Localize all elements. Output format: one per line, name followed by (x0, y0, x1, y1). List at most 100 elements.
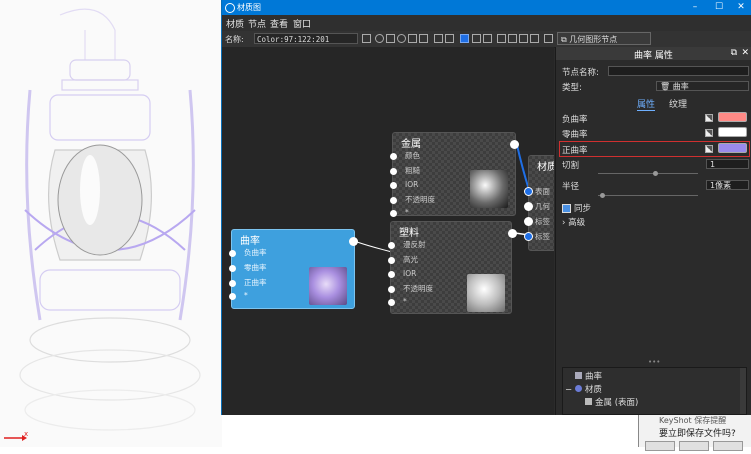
3d-viewport[interactable]: x (0, 0, 222, 447)
save-icon[interactable] (362, 34, 371, 43)
search-icon[interactable] (375, 34, 384, 43)
pin-dot[interactable] (229, 264, 236, 272)
add-icon[interactable] (544, 34, 553, 43)
plastic-pin-opacity[interactable]: 不透明度 (388, 283, 433, 294)
negative-color-swatch[interactable] (718, 112, 747, 122)
lock-icon[interactable] (419, 34, 428, 43)
trash-icon[interactable]: 🗑 (660, 82, 670, 91)
zero-color-swatch[interactable] (718, 127, 747, 137)
curvature-pin-extra[interactable]: * (229, 291, 248, 300)
pin-dot[interactable] (390, 196, 397, 204)
minimize-button[interactable]: – (684, 0, 706, 15)
copy-icon[interactable] (434, 34, 443, 43)
menu-material[interactable]: 材质 (226, 17, 244, 30)
radius-input[interactable]: 1像素 (706, 180, 749, 190)
metal-output-pin[interactable] (510, 140, 519, 149)
pin-dot[interactable] (388, 285, 395, 293)
positive-color-swatch[interactable] (718, 143, 747, 153)
dialog-button-1[interactable] (645, 441, 675, 451)
pin-dot[interactable] (390, 167, 397, 175)
layout-icon[interactable] (386, 34, 395, 43)
pin-dot[interactable] (229, 279, 236, 287)
metal-pin-color[interactable]: 颜色 (390, 150, 420, 161)
tab-texture[interactable]: 纹理 (669, 97, 687, 110)
pin-dot[interactable] (229, 292, 236, 300)
material-pin-label-1[interactable]: 标签 (535, 216, 550, 227)
close-button[interactable]: ✕ (730, 0, 751, 15)
cut-slider-handle[interactable] (653, 171, 658, 176)
metal-pin-ior[interactable]: IOR (390, 180, 418, 189)
pin-dot[interactable] (390, 209, 397, 217)
refresh-icon[interactable] (397, 34, 406, 43)
metal-pin-roughness[interactable]: 粗糙 (390, 165, 420, 176)
checkbox-icon[interactable] (562, 204, 571, 213)
material-label-input-1[interactable] (524, 217, 533, 226)
radius-slider-track[interactable] (598, 195, 698, 196)
curvature-pin-positive[interactable]: 正曲率 (229, 277, 267, 288)
pin-dot[interactable] (388, 256, 395, 264)
tree-item-material[interactable]: − 材质 (565, 383, 602, 395)
menu-window[interactable]: 窗口 (293, 17, 311, 30)
metal-pin-extra[interactable]: * (390, 208, 409, 217)
node-canvas[interactable]: 金属 颜色 粗糙 IOR 不透明度 * 塑料 漫反射 高光 IOR 不透明度 *… (222, 47, 554, 415)
pin-dot[interactable] (388, 270, 395, 278)
panel-resize-handle[interactable]: ••• (648, 358, 660, 366)
cut-input[interactable]: 1 (706, 159, 749, 169)
curvature-pin-zero[interactable]: 零曲率 (229, 262, 267, 273)
material-label-input-2[interactable] (524, 232, 533, 241)
image-icon[interactable] (408, 34, 417, 43)
frame-icon[interactable] (530, 34, 539, 43)
material-pin-geometry[interactable]: 几何 (535, 201, 550, 212)
material-surface-input[interactable] (524, 187, 533, 196)
curvature-pin-negative[interactable]: 负曲率 (229, 247, 267, 258)
blue-node-icon[interactable] (460, 34, 469, 43)
pin-dot[interactable] (229, 249, 236, 257)
negative-texture-icon[interactable] (705, 114, 713, 122)
material-geometry-input[interactable] (524, 202, 533, 211)
plastic-output-pin[interactable] (508, 229, 517, 238)
collapse-icon[interactable]: − (565, 385, 572, 395)
tree-item-curvature[interactable]: 曲率 (575, 370, 602, 382)
graph-icon[interactable] (472, 34, 481, 43)
pin-dot[interactable] (388, 298, 395, 306)
tree-scrollbar[interactable] (740, 368, 746, 414)
node-name-input[interactable] (608, 66, 749, 76)
material-pin-surface[interactable]: 表面 (535, 186, 550, 197)
maximize-button[interactable]: ☐ (708, 0, 730, 15)
pin-dot[interactable] (390, 152, 397, 160)
node-metal[interactable]: 金属 颜色 粗糙 IOR 不透明度 * (390, 132, 516, 217)
delete-icon[interactable] (445, 34, 454, 43)
name-field[interactable]: Color:97:122:201 (254, 33, 358, 44)
texture-icon[interactable] (483, 34, 492, 43)
tab-properties[interactable]: 属性 (637, 97, 656, 111)
panel-close-icon[interactable]: ✕ (741, 48, 749, 58)
plastic-pin-diffuse[interactable]: 漫反射 (388, 239, 426, 250)
curvature-output-pin[interactable] (349, 237, 358, 246)
dialog-button-2[interactable] (679, 441, 709, 451)
plastic-pin-extra[interactable]: * (388, 297, 407, 306)
undock-icon[interactable]: ⧉ (731, 48, 737, 58)
node-plastic[interactable]: 塑料 漫反射 高光 IOR 不透明度 * (388, 221, 512, 314)
advanced-section[interactable]: › 高级 (562, 216, 585, 228)
node-curvature[interactable]: 曲率 负曲率 零曲率 正曲率 * (229, 229, 355, 309)
positive-texture-icon[interactable] (705, 145, 713, 153)
tree-item-metal[interactable]: 金属 (表面) (585, 396, 638, 408)
menu-view[interactable]: 查看 (270, 17, 288, 30)
zero-texture-icon[interactable] (705, 129, 713, 137)
plastic-pin-specular[interactable]: 高光 (388, 254, 418, 265)
sync-checkbox[interactable]: 同步 (562, 202, 591, 214)
grid-icon[interactable] (497, 34, 506, 43)
tile-icon[interactable] (519, 34, 528, 43)
menu-node[interactable]: 节点 (248, 17, 266, 30)
pin-dot[interactable] (388, 241, 395, 249)
cut-slider-track[interactable] (598, 173, 698, 174)
material-pin-label-2[interactable]: 标签 (535, 231, 550, 242)
dialog-button-3[interactable] (713, 441, 743, 451)
pin-dot[interactable] (390, 181, 397, 189)
title-bar[interactable]: 材质图 – ☐ ✕ (222, 0, 751, 15)
geometry-node-button[interactable]: ⧉ 几何图形节点 (557, 32, 651, 45)
align-icon[interactable] (508, 34, 517, 43)
radius-slider-handle[interactable] (600, 193, 605, 198)
plastic-pin-ior[interactable]: IOR (388, 269, 416, 278)
metal-pin-opacity[interactable]: 不透明度 (390, 194, 435, 205)
